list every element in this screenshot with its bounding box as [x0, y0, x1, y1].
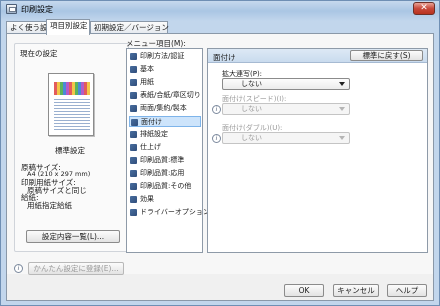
printer-icon — [6, 4, 17, 14]
print-settings-window: 印刷設定 ✕ よく使う設定 項目別設定 初期設定／バージョン 現在の設定 標準設… — [0, 0, 440, 306]
speed-value: しない — [241, 105, 262, 113]
basic-icon — [130, 66, 137, 73]
enlarge-dropdown[interactable]: しない — [222, 78, 350, 90]
menu-item-output[interactable]: 排紙設定 — [129, 129, 201, 140]
menu-item-quality-standard[interactable]: 印刷品質:標準 — [129, 155, 201, 166]
duplex-icon — [130, 105, 137, 112]
tab-content: 現在の設定 標準設定 原稿サイズ: A4 (210 x 297 mm) 印刷用紙… — [6, 33, 434, 301]
help-button[interactable]: ヘルプ — [387, 284, 427, 297]
panel-title: 面付け — [213, 53, 236, 62]
double-value: しない — [241, 134, 262, 142]
info-icon: i — [14, 264, 23, 273]
quality-standard-icon — [130, 157, 137, 164]
paper-icon — [130, 79, 137, 86]
cover-icon — [130, 92, 137, 99]
quality-other-icon — [130, 183, 137, 190]
menu-list[interactable]: 印刷方法/認証 基本 用紙 表紙/合紙/章区切り 両面/集約/製本 面付け 排紙… — [126, 48, 210, 253]
current-settings-box: 現在の設定 標準設定 原稿サイズ: A4 (210 x 297 mm) 印刷用紙… — [14, 43, 129, 252]
finishing-icon — [130, 144, 137, 151]
info-icon: i — [212, 134, 221, 143]
double-dropdown[interactable]: しない — [222, 132, 350, 144]
preview-color-bar — [54, 82, 90, 95]
chevron-down-icon — [339, 82, 345, 86]
settings-list-button[interactable]: 設定内容一覧(L)... — [26, 230, 120, 243]
enlarge-value: しない — [241, 80, 262, 88]
menu-item-quality-advanced[interactable]: 印刷品質:応用 — [129, 168, 201, 179]
effects-icon — [130, 196, 137, 203]
close-button[interactable]: ✕ — [413, 2, 435, 15]
preview-text-lines — [54, 97, 90, 131]
info-icon: i — [212, 105, 221, 114]
title-bar[interactable]: 印刷設定 ✕ — [1, 1, 439, 18]
menu-item-paper[interactable]: 用紙 — [129, 77, 201, 88]
ok-button[interactable]: OK — [284, 284, 324, 297]
menu-item-driver-options[interactable]: ドライバーオプション — [129, 207, 210, 218]
menu-item-finishing[interactable]: 仕上げ — [129, 142, 201, 153]
driver-options-icon — [130, 209, 137, 216]
speed-dropdown[interactable]: しない — [222, 103, 350, 115]
menu-item-duplex[interactable]: 両面/集約/製本 — [129, 103, 201, 114]
imposition-panel: 面付け 標準に戻す(S) 拡大連写(P): しない 面付け(スピード)(I): … — [207, 48, 428, 253]
detail-line-6: 用紙指定給紙 — [27, 201, 72, 210]
menu-item-print-method[interactable]: 印刷方法/認証 — [129, 51, 201, 62]
menu-item-imposition[interactable]: 面付け — [129, 116, 201, 127]
preset-name: 標準設定 — [55, 146, 85, 155]
menu-item-basic[interactable]: 基本 — [129, 64, 201, 75]
current-settings-heading: 現在の設定 — [20, 49, 58, 58]
menu-item-cover[interactable]: 表紙/合紙/章区切り — [129, 90, 201, 101]
imposition-icon — [131, 119, 138, 126]
tab-detailed-settings[interactable]: 項目別設定 — [46, 19, 90, 35]
quality-advanced-icon — [130, 170, 137, 177]
chevron-down-icon — [339, 136, 345, 140]
window-title: 印刷設定 — [21, 5, 53, 14]
panel-header: 面付け 標準に戻す(S) — [208, 49, 427, 63]
dialog-buttons: OK キャンセル ヘルプ — [7, 280, 433, 302]
reset-default-button[interactable]: 標準に戻す(S) — [350, 50, 423, 61]
chevron-down-icon — [339, 107, 345, 111]
register-quick-settings-button[interactable]: かんたん設定に登録(E)... — [28, 262, 124, 275]
cancel-button[interactable]: キャンセル — [333, 284, 379, 297]
page-preview — [48, 73, 94, 136]
menu-item-quality-other[interactable]: 印刷品質:その他 — [129, 181, 201, 192]
output-icon — [130, 131, 137, 138]
print-method-icon — [130, 53, 137, 60]
menu-item-effects[interactable]: 効果 — [129, 194, 201, 205]
